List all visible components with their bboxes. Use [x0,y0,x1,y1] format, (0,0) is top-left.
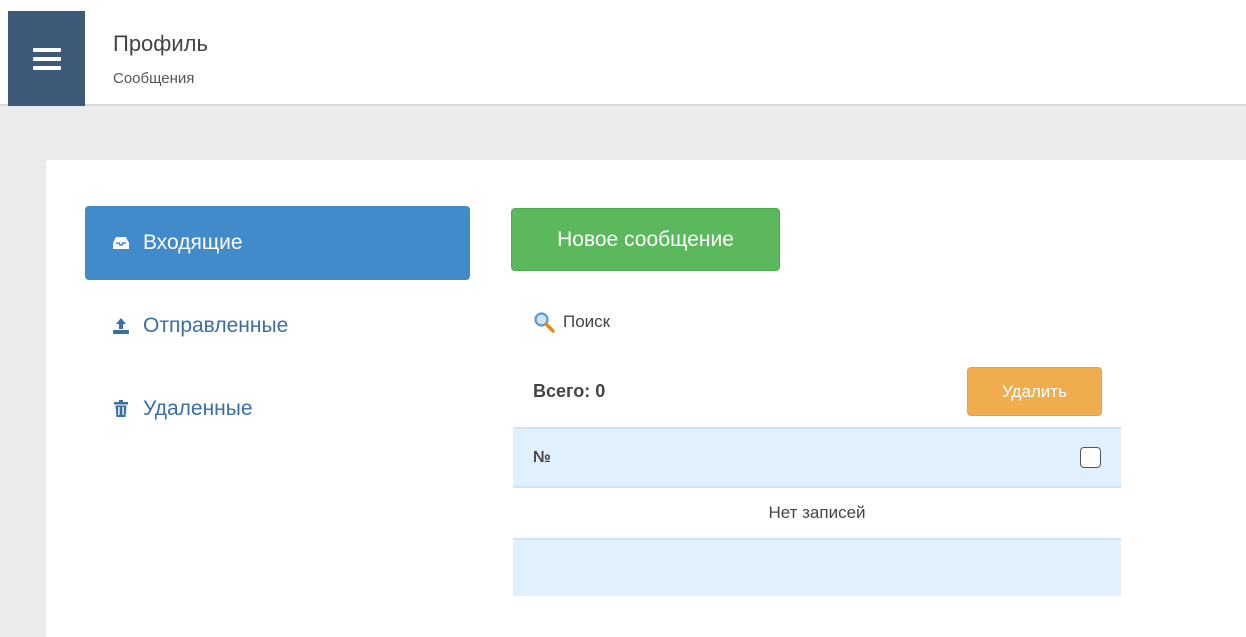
hamburger-icon [32,47,61,70]
total-count: Всего: 0 [533,381,606,401]
search-toggle[interactable]: Поиск [533,311,610,333]
delete-button[interactable]: Удалить [967,367,1102,416]
page-subtitle: Сообщения [113,70,195,87]
table-header: № [513,427,1121,488]
column-number-header: № [533,448,551,466]
sidebar-item-label: Входящие [143,231,243,254]
upload-icon [113,318,129,334]
sidebar-item-label: Удаленные [143,397,253,420]
trash-icon [114,400,128,417]
top-bar: Профиль Сообщения [0,0,1246,106]
messages-table: № Нет записей [513,427,1121,596]
search-label: Поиск [563,312,611,331]
sidebar-item-deleted[interactable]: Удаленные [85,372,470,446]
page-title: Профиль [113,31,208,56]
empty-row: Нет записей [513,488,1121,540]
select-all-checkbox[interactable] [1080,447,1101,468]
table-footer [513,540,1121,596]
inbox-icon [113,237,129,249]
sidebar-item-sent[interactable]: Отправленные [85,289,470,363]
empty-text: Нет записей [768,503,866,522]
search-icon [534,312,555,333]
sidebar-item-label: Отправленные [143,314,289,337]
new-message-button[interactable]: Новое сообщение [511,208,780,271]
sidebar-item-inbox[interactable]: Входящие [85,206,470,280]
menu-button[interactable] [8,11,85,106]
